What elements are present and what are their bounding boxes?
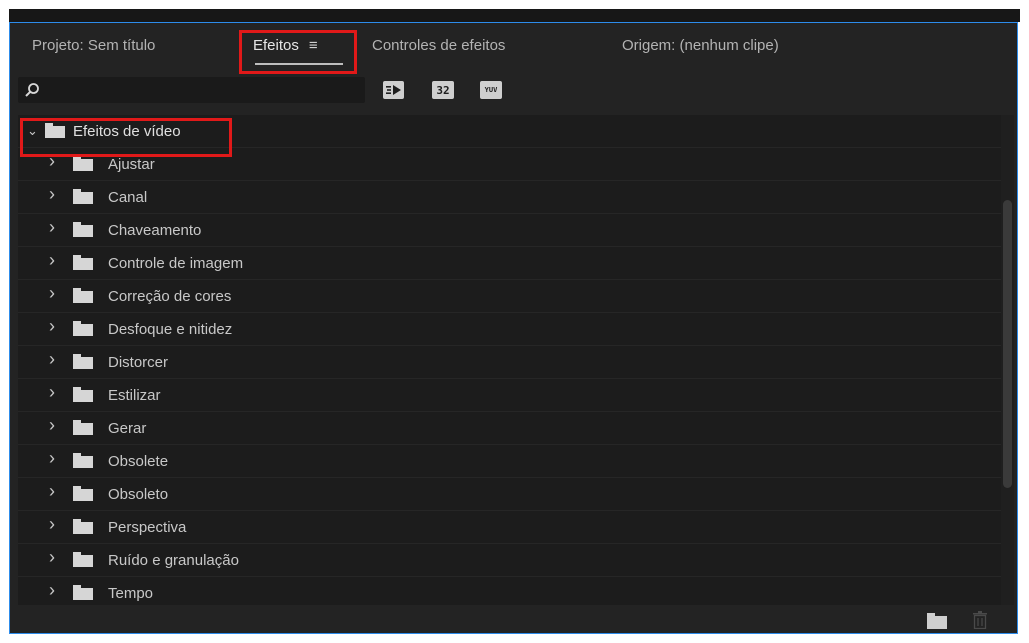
chevron-right-icon[interactable]: ›: [49, 383, 61, 401]
tree-item-label: Distorcer: [108, 354, 169, 371]
tree-row[interactable]: › Ajustar: [18, 148, 1001, 181]
chevron-right-icon[interactable]: ›: [49, 515, 61, 533]
chevron-right-icon[interactable]: ›: [49, 317, 61, 335]
tree-row[interactable]: › Canal: [18, 181, 1001, 214]
folder-icon: [73, 189, 93, 204]
chevron-right-icon[interactable]: ›: [49, 185, 61, 203]
search-input[interactable]: [18, 77, 365, 103]
tree-item-label: Estilizar: [108, 387, 161, 404]
folder-icon: [73, 288, 93, 303]
folder-icon: [73, 585, 93, 600]
panel-tab-bar: Projeto: Sem título Efeitos ≡ Controles d…: [10, 23, 1017, 71]
yuv-effects-button[interactable]: YUV: [480, 81, 502, 99]
tree-row[interactable]: › Correção de cores: [18, 280, 1001, 313]
chevron-right-icon[interactable]: ›: [49, 350, 61, 368]
new-bin-icon[interactable]: [927, 613, 947, 629]
accelerated-effects-icon: [386, 85, 401, 95]
folder-icon: [73, 255, 93, 270]
tree-row[interactable]: › Perspectiva: [18, 511, 1001, 544]
tree-item-label: Chaveamento: [108, 222, 202, 239]
search-row: 32 YUV: [10, 71, 1017, 109]
folder-icon: [73, 222, 93, 237]
tree-row[interactable]: › Tempo: [18, 577, 1001, 605]
tree-item-label: Obsolete: [108, 453, 169, 470]
folder-icon: [73, 420, 93, 435]
tree-item-label: Desfoque e nitidez: [108, 321, 233, 338]
tree-row[interactable]: › Ruído e granulação: [18, 544, 1001, 577]
tab-effects-label: Efeitos: [253, 37, 299, 54]
active-tab-underline: [255, 63, 343, 65]
accelerated-effects-button[interactable]: [383, 81, 404, 99]
tree-item-label: Controle de imagem: [108, 255, 244, 272]
folder-icon: [73, 519, 93, 534]
window-top-strip: [9, 9, 1020, 22]
folder-icon: [73, 387, 93, 402]
tab-source[interactable]: Origem: (nenhum clipe): [622, 37, 779, 54]
folder-icon: [73, 453, 93, 468]
tree-row[interactable]: › Chaveamento: [18, 214, 1001, 247]
chevron-right-icon[interactable]: ›: [49, 284, 61, 302]
effects-panel: Projeto: Sem título Efeitos ≡ Controles d…: [9, 22, 1018, 634]
tree-item-label: Ruído e granulação: [108, 552, 239, 569]
chevron-right-icon[interactable]: ›: [49, 251, 61, 269]
chevron-right-icon[interactable]: ›: [49, 548, 61, 566]
tree-row[interactable]: › Obsoleto: [18, 478, 1001, 511]
search-icon: [25, 83, 39, 97]
tab-effect-controls[interactable]: Controles de efeitos: [372, 37, 505, 54]
tree-item-label: Canal: [108, 189, 148, 206]
tree-item-label: Obsoleto: [108, 486, 169, 503]
tree-row[interactable]: › Controle de imagem: [18, 247, 1001, 280]
folder-icon: [73, 486, 93, 501]
tree-row[interactable]: › Distorcer: [18, 346, 1001, 379]
folder-icon: [45, 123, 65, 138]
folder-icon: [73, 552, 93, 567]
scrollbar-thumb[interactable]: [1003, 200, 1012, 488]
chevron-right-icon[interactable]: ›: [49, 581, 61, 599]
tab-project[interactable]: Projeto: Sem título: [32, 37, 155, 54]
tree-row-root[interactable]: ⌄ Efeitos de vídeo: [18, 115, 1001, 148]
tree-item-label: Ajustar: [108, 156, 155, 173]
32-bit-color-button[interactable]: 32: [432, 81, 454, 99]
tree-item-label: Perspectiva: [108, 519, 187, 536]
panel-menu-icon[interactable]: ≡: [309, 37, 318, 54]
folder-icon: [73, 354, 93, 369]
panel-footer: [10, 605, 1017, 634]
chevron-right-icon[interactable]: ›: [49, 152, 61, 170]
chevron-right-icon[interactable]: ›: [49, 416, 61, 434]
trash-icon[interactable]: [973, 611, 987, 629]
chevron-right-icon[interactable]: ›: [49, 218, 61, 236]
tree-row[interactable]: › Desfoque e nitidez: [18, 313, 1001, 346]
tab-effects[interactable]: Efeitos ≡: [253, 37, 318, 54]
tree-row[interactable]: › Estilizar: [18, 379, 1001, 412]
tree-item-label: Correção de cores: [108, 288, 232, 305]
scrollbar[interactable]: [1001, 115, 1014, 605]
tree-row[interactable]: › Gerar: [18, 412, 1001, 445]
folder-icon: [73, 156, 93, 171]
tree-row[interactable]: › Obsolete: [18, 445, 1001, 478]
tree-item-label: Gerar: [108, 420, 147, 437]
effects-tree: ⌄ Efeitos de vídeo › Ajustar › Canal › Chavea…: [18, 115, 1001, 605]
chevron-down-icon[interactable]: ⌄: [27, 124, 39, 138]
tree-root-label: Efeitos de vídeo: [73, 123, 181, 140]
tree-item-label: Tempo: [108, 585, 154, 602]
folder-icon: [73, 321, 93, 336]
chevron-right-icon[interactable]: ›: [49, 482, 61, 500]
chevron-right-icon[interactable]: ›: [49, 449, 61, 467]
